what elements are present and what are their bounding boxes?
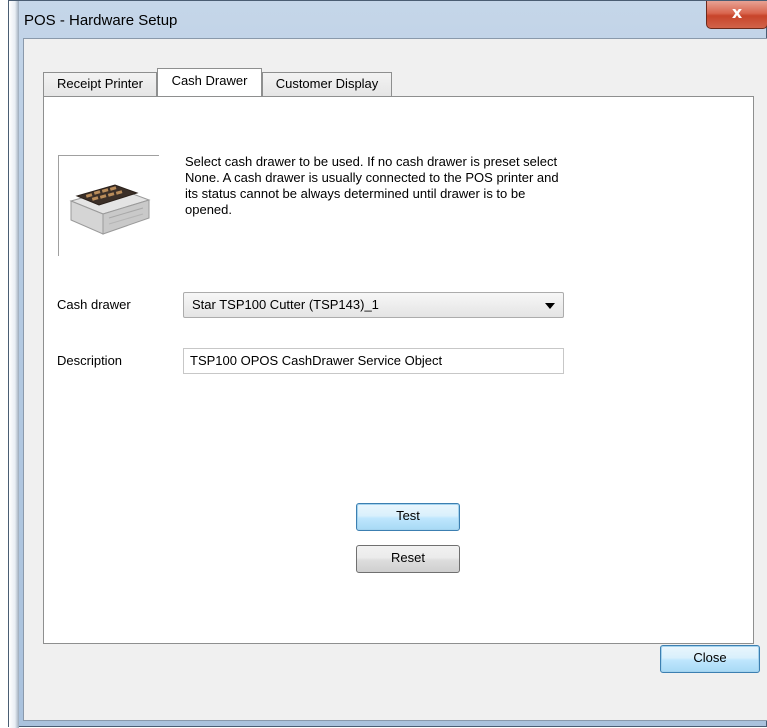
reset-button[interactable]: Reset bbox=[356, 545, 460, 573]
test-button[interactable]: Test bbox=[356, 503, 460, 531]
window-edge bbox=[9, 1, 19, 728]
tab-customer-display[interactable]: Customer Display bbox=[262, 72, 392, 96]
cash-drawer-icon bbox=[69, 184, 151, 235]
cash-drawer-instructions: Select cash drawer to be used. If no cas… bbox=[185, 154, 559, 217]
cash-drawer-tab-panel: Select cash drawer to be used. If no cas… bbox=[43, 96, 754, 644]
chevron-down-icon bbox=[545, 303, 555, 309]
tab-cash-drawer[interactable]: Cash Drawer bbox=[157, 68, 262, 96]
cash-drawer-image bbox=[58, 155, 159, 256]
window-title: POS - Hardware Setup bbox=[24, 12, 178, 29]
tab-receipt-printer[interactable]: Receipt Printer bbox=[43, 72, 157, 96]
description-field[interactable]: TSP100 OPOS CashDrawer Service Object bbox=[183, 348, 564, 374]
cash-drawer-label: Cash drawer bbox=[57, 297, 131, 312]
description-label: Description bbox=[57, 353, 123, 368]
close-button[interactable]: Close bbox=[660, 645, 760, 673]
dialog-window: POS - Hardware Setup x Receipt Printer C… bbox=[8, 0, 767, 728]
cash-drawer-select[interactable]: Star TSP100 Cutter (TSP143)_1 bbox=[183, 292, 564, 318]
dialog-client-area: Receipt Printer Cash Drawer Customer Dis… bbox=[23, 38, 767, 721]
cash-drawer-select-value: Star TSP100 Cutter (TSP143)_1 bbox=[192, 297, 379, 312]
window-close-button[interactable]: x bbox=[706, 1, 767, 29]
